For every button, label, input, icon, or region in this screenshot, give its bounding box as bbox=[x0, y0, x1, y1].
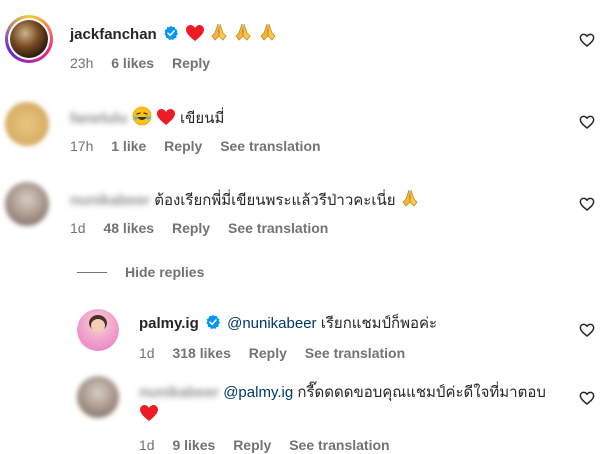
avatar[interactable] bbox=[77, 376, 119, 418]
avatar[interactable] bbox=[5, 102, 49, 146]
verified-badge-icon bbox=[164, 25, 178, 41]
comment-meta: 1d 9 likes Reply See translation bbox=[139, 436, 404, 454]
red-heart-emoji-icon bbox=[140, 405, 158, 421]
comment-item: nunikabeer ต้องเรียกพี่มี่เขียนพระแล้วรี… bbox=[0, 172, 607, 252]
comment-meta: 17h 1 like Reply See translation bbox=[70, 137, 335, 155]
see-translation-button[interactable]: See translation bbox=[220, 138, 320, 154]
comment-time: 1d bbox=[139, 437, 155, 453]
comment-text-row: palmy.ig @nunikabeer เรียกแชมป์ก็พอค่ะ bbox=[139, 314, 437, 334]
like-heart-icon[interactable] bbox=[579, 32, 595, 48]
verified-badge-icon bbox=[206, 314, 220, 330]
likes-count[interactable]: 6 likes bbox=[111, 55, 154, 71]
comment-item: fanelulu เขียนมี่ 17h 1 like Reply See t… bbox=[0, 90, 607, 170]
see-translation-button[interactable]: See translation bbox=[228, 220, 328, 236]
reply-button[interactable]: Reply bbox=[172, 220, 210, 236]
comment-meta: 1d 318 likes Reply See translation bbox=[139, 344, 419, 362]
comment-username[interactable]: palmy.ig bbox=[139, 315, 199, 332]
comment-text: เรียกแชมป์ก็พอค่ะ bbox=[320, 315, 438, 332]
like-heart-icon[interactable] bbox=[579, 196, 595, 212]
avatar[interactable] bbox=[77, 309, 119, 351]
reply-button[interactable]: Reply bbox=[172, 55, 210, 71]
like-heart-icon[interactable] bbox=[579, 390, 595, 406]
comment-username[interactable]: jackfanchan bbox=[70, 26, 157, 43]
reply-button[interactable]: Reply bbox=[233, 437, 271, 453]
comment-text: ต้องเรียกพี่มี่เขียนพระแล้วรีป่าวคะเนี่ย bbox=[154, 192, 396, 209]
comment-username[interactable]: nunikabeer bbox=[139, 382, 219, 404]
see-translation-button[interactable]: See translation bbox=[305, 345, 405, 361]
likes-count[interactable]: 9 likes bbox=[172, 437, 215, 453]
folded-hands-emoji-icon bbox=[402, 189, 418, 207]
comment-text-row: jackfanchan bbox=[70, 22, 278, 45]
folded-hands-emoji-icon bbox=[260, 23, 276, 41]
likes-count[interactable]: 318 likes bbox=[172, 345, 230, 361]
likes-count[interactable]: 48 likes bbox=[103, 220, 154, 236]
comment-time: 1d bbox=[70, 220, 86, 236]
comment-text-row: nunikabeer @palmy.ig กรี๊ดดดดขอบคุณแชมป์… bbox=[139, 382, 569, 426]
folded-hands-emoji-icon bbox=[235, 23, 251, 41]
red-heart-emoji-icon bbox=[186, 25, 205, 41]
see-translation-button[interactable]: See translation bbox=[289, 437, 389, 453]
reply-button[interactable]: Reply bbox=[164, 138, 202, 154]
red-heart-emoji-icon bbox=[156, 109, 175, 125]
mention-link[interactable]: @palmy.ig bbox=[223, 384, 293, 401]
reply-button[interactable]: Reply bbox=[249, 345, 287, 361]
comment-text-row: fanelulu เขียนมี่ bbox=[70, 106, 224, 129]
hide-replies-button[interactable]: Hide replies bbox=[77, 262, 204, 282]
comment-text-row: nunikabeer ต้องเรียกพี่มี่เขียนพระแล้วรี… bbox=[70, 188, 420, 211]
comment-time: 1d bbox=[139, 345, 155, 361]
comment-meta: 23h 6 likes Reply bbox=[70, 54, 224, 72]
comment-username[interactable]: fanelulu bbox=[70, 109, 128, 129]
like-heart-icon[interactable] bbox=[579, 322, 595, 338]
comment-meta: 1d 48 likes Reply See translation bbox=[70, 219, 342, 237]
hide-replies-label: Hide replies bbox=[125, 264, 205, 280]
comment-text: กรี๊ดดดดขอบคุณแชมป์ค่ะดีใจที่มาตอบ bbox=[297, 384, 546, 401]
comment-item: jackfanchan 23h 6 likes Reply bbox=[0, 0, 607, 84]
like-heart-icon[interactable] bbox=[579, 114, 595, 130]
reply-item: palmy.ig @nunikabeer เรียกแชมป์ก็พอค่ะ 1… bbox=[0, 300, 607, 370]
comment-text: เขียนมี่ bbox=[180, 110, 225, 127]
comment-time: 23h bbox=[70, 55, 94, 71]
mention-link[interactable]: @nunikabeer bbox=[227, 315, 316, 332]
folded-hands-emoji-icon bbox=[211, 23, 227, 41]
avatar[interactable] bbox=[5, 15, 53, 63]
likes-count[interactable]: 1 like bbox=[111, 138, 146, 154]
reply-item: nunikabeer @palmy.ig กรี๊ดดดดขอบคุณแชมป์… bbox=[0, 370, 607, 454]
laughing-emoji-icon bbox=[132, 106, 152, 126]
comment-username[interactable]: nunikabeer bbox=[70, 191, 150, 211]
avatar[interactable] bbox=[5, 182, 49, 226]
divider-line bbox=[77, 271, 107, 273]
comment-time: 17h bbox=[70, 138, 94, 154]
